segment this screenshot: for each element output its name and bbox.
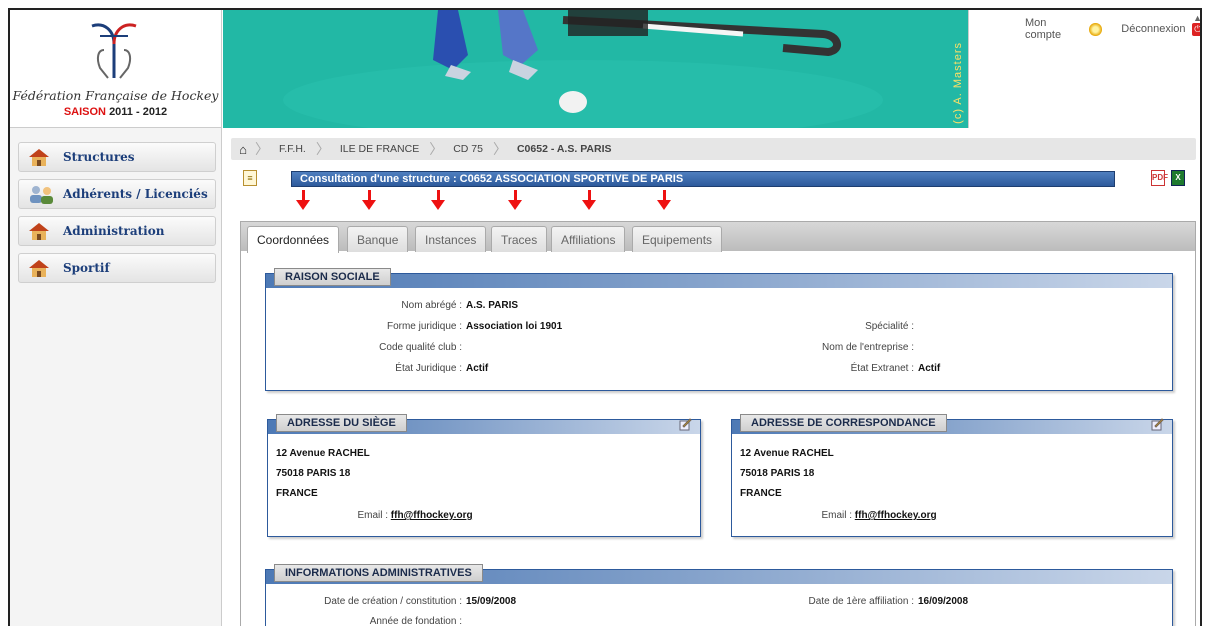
sidebar-item-label: Structures <box>63 150 135 164</box>
gear-icon[interactable] <box>1089 22 1102 36</box>
left-column: Fédération Française de Hockey SAISON 20… <box>10 10 222 626</box>
house-icon <box>29 260 49 277</box>
sidebar-item-structures[interactable]: Structures <box>18 142 216 172</box>
breadcrumb-item[interactable]: CD 75 <box>443 143 493 155</box>
home-icon[interactable]: ⌂ <box>231 142 255 157</box>
sidebar-item-administration[interactable]: Administration <box>18 216 216 246</box>
breadcrumb-current: C0652 - A.S. PARIS <box>516 143 612 155</box>
tab-traces[interactable]: Traces <box>491 226 548 252</box>
field-forme-juridique: Forme juridique : Association loi 1901 <box>386 321 563 332</box>
section-title: ADRESSE DU SIÈGE <box>276 414 407 432</box>
sidebar-nav: Structures Adhérents / Licenciés Adminis… <box>10 128 221 283</box>
field-annee-fondation: Année de fondation : <box>369 616 462 626</box>
field-nom-abrege: Nom abrégé : A.S. PARIS <box>401 300 519 311</box>
panel-header <box>266 274 1172 288</box>
field-email: Email : ffh@ffhockey.org <box>821 510 937 521</box>
account-links: Mon compte Déconnexion ⏻ <box>1025 17 1200 41</box>
breadcrumb-item[interactable]: ILE DE FRANCE <box>330 143 429 155</box>
collapse-arrow-icon[interactable]: ▲ <box>1193 13 1200 23</box>
sidebar-item-sportif[interactable]: Sportif <box>18 253 216 283</box>
header-banner: (c) A. Masters <box>223 10 968 128</box>
breadcrumb-separator-icon: 〉 <box>492 141 507 157</box>
field-etat-juridique: État Juridique : Actif <box>395 363 489 374</box>
excel-export-icon[interactable]: X <box>1171 170 1185 186</box>
house-icon <box>29 223 49 240</box>
breadcrumb-item[interactable]: F.F.H. <box>269 143 316 155</box>
section-title: INFORMATIONS ADMINISTRATIVES <box>274 564 483 582</box>
federation-logo[interactable]: Fédération Française de Hockey SAISON 20… <box>10 10 221 128</box>
adresse-correspondance-panel: ADRESSE DE CORRESPONDANCE 12 Avenue RACH… <box>731 414 1173 537</box>
pdf-export-icon[interactable]: PDF <box>1151 170 1168 186</box>
address-line: FRANCE <box>740 488 782 499</box>
section-title: ADRESSE DE CORRESPONDANCE <box>740 414 947 432</box>
tab-coordonnees[interactable]: Coordonnées <box>247 226 340 253</box>
field-date-affiliation: Date de 1ère affiliation :16/09/2008 <box>808 596 969 607</box>
account-area: Mon compte Déconnexion ⏻ ▲ <box>968 10 1200 128</box>
email-link[interactable]: ffh@ffhockey.org <box>391 510 473 521</box>
address-line: 12 Avenue RACHEL <box>276 448 370 459</box>
field-email: Email : ffh@ffhockey.org <box>357 510 473 521</box>
app-window: Fédération Française de Hockey SAISON 20… <box>8 8 1202 626</box>
power-icon[interactable]: ⏻ <box>1191 22 1200 36</box>
sidebar-item-label: Sportif <box>63 261 110 275</box>
address-line: 12 Avenue RACHEL <box>740 448 834 459</box>
field-etat-extranet: État Extranet : Actif <box>850 363 941 374</box>
house-icon <box>29 149 49 166</box>
infos-admin-panel: INFORMATIONS ADMINISTRATIVES Date de cré… <box>265 564 1173 626</box>
federation-name: Fédération Française de Hockey <box>12 88 219 103</box>
tab-banque[interactable]: Banque <box>347 226 409 252</box>
sidebar-item-label: Administration <box>63 224 165 238</box>
page-title: Consultation d'une structure : C0652 ASS… <box>291 171 1115 187</box>
breadcrumb-separator-icon: 〉 <box>255 141 269 157</box>
logout-link[interactable]: Déconnexion <box>1121 23 1185 35</box>
main-content: ⌂ 〉 F.F.H. 〉 ILE DE FRANCE 〉 CD 75 〉 C06… <box>223 128 1200 626</box>
field-date-creation: Date de création / constitution :15/09/2… <box>324 596 517 607</box>
tab-panel: Coordonnées Banque Instances Traces Affi… <box>240 221 1196 626</box>
tabs-bar: Coordonnées Banque Instances Traces Affi… <box>241 221 1195 253</box>
photo-credit: (c) A. Masters <box>952 42 964 124</box>
users-icon <box>30 186 53 204</box>
hockey-player-banner-image <box>223 10 968 128</box>
list-icon[interactable]: ≡ <box>243 170 257 186</box>
section-title: RAISON SOCIALE <box>274 268 391 286</box>
email-link[interactable]: ffh@ffhockey.org <box>855 510 937 521</box>
field-code-qualite: Code qualité club : <box>379 342 462 353</box>
edit-icon[interactable] <box>678 417 692 431</box>
breadcrumb-separator-icon: 〉 <box>429 141 444 157</box>
address-line: 75018 PARIS 18 <box>276 468 351 479</box>
sidebar-item-label: Adhérents / Licenciés <box>63 187 208 201</box>
my-account-link[interactable]: Mon compte <box>1025 17 1083 41</box>
breadcrumb: ⌂ 〉 F.F.H. 〉 ILE DE FRANCE 〉 CD 75 〉 C06… <box>231 138 1196 160</box>
field-specialite: Spécialité : <box>865 321 914 332</box>
field-nom-entreprise: Nom de l'entreprise : <box>822 342 914 353</box>
address-line: 75018 PARIS 18 <box>740 468 815 479</box>
hockey-sticks-logo-icon <box>91 23 137 79</box>
address-line: FRANCE <box>276 488 318 499</box>
breadcrumb-separator-icon: 〉 <box>315 141 330 157</box>
adresse-siege-panel: ADRESSE DU SIÈGE 12 Avenue RACHEL 75018 … <box>267 414 701 537</box>
season-label: SAISON 2011 - 2012 <box>63 106 168 118</box>
raison-sociale-panel: RAISON SOCIALE Nom abrégé : A.S. PARIS Fo… <box>265 268 1173 391</box>
title-row: ≡ Consultation d'une structure : C0652 A… <box>231 168 1196 190</box>
tab-affiliations[interactable]: Affiliations <box>551 226 626 252</box>
sidebar-item-adherents[interactable]: Adhérents / Licenciés <box>18 179 216 209</box>
tab-instances[interactable]: Instances <box>415 226 487 252</box>
edit-icon[interactable] <box>1150 417 1164 431</box>
tab-equipements[interactable]: Equipements <box>632 226 723 252</box>
